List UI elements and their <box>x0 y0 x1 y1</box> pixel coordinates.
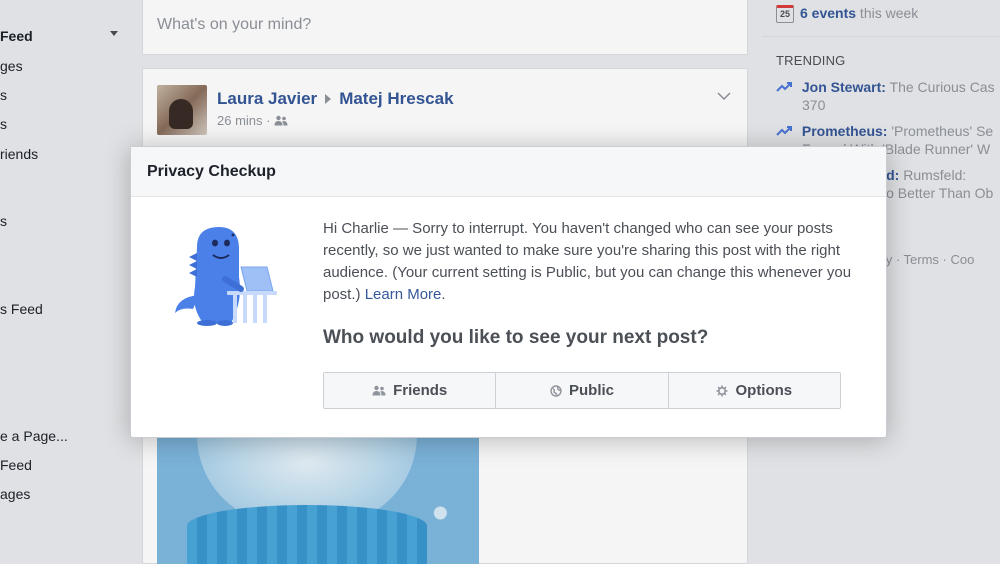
privacy-checkup-dialog: Privacy Checkup Hi Charlie — Sorry to in… <box>130 146 887 438</box>
friends-audience-button[interactable]: Friends <box>324 373 497 408</box>
gear-icon <box>716 385 728 397</box>
globe-icon <box>550 384 562 397</box>
dialog-header: Privacy Checkup <box>131 147 886 197</box>
public-button-label: Public <box>568 382 614 399</box>
dialog-message-end: . <box>441 286 446 303</box>
dialog-title: Privacy Checkup <box>147 163 276 180</box>
audience-button-group: Friends Public Options <box>323 372 841 409</box>
dialog-message: Hi Charlie — Sorry to interrupt. You hav… <box>323 218 853 306</box>
options-button[interactable]: Options <box>668 373 840 408</box>
options-button-label: Options <box>735 382 793 399</box>
privacy-dinosaur-illustration <box>167 217 287 329</box>
audience-question: Who would you like to see your next post… <box>323 327 709 348</box>
public-audience-button[interactable]: Public <box>496 373 669 408</box>
friends-icon <box>372 385 386 396</box>
learn-more-link[interactable]: Learn More <box>365 286 442 303</box>
friends-button-label: Friends <box>393 382 448 399</box>
